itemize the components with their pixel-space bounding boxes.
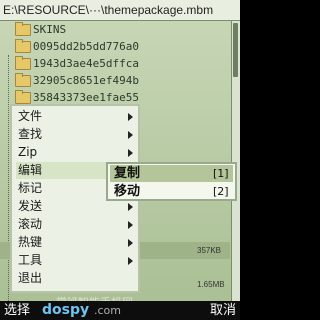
submenu-item-copy[interactable]: 复制 [1]: [110, 165, 233, 182]
select-softkey[interactable]: 选择: [4, 302, 30, 319]
menu-item-zip[interactable]: Zip: [16, 144, 136, 161]
menu-item-tools[interactable]: 工具: [16, 252, 136, 269]
menu-item-exit[interactable]: 退出: [16, 270, 136, 287]
chevron-right-icon: [128, 257, 133, 265]
path-title: E:\RESOURCE\···\themepackage.mbm: [3, 3, 214, 17]
menu-item-find[interactable]: 查找: [16, 126, 136, 143]
edit-submenu: 复制 [1] 移动 [2]: [106, 162, 237, 201]
chevron-right-icon: [128, 113, 133, 121]
folder-icon: [15, 56, 31, 70]
cancel-softkey[interactable]: 取消: [210, 302, 236, 319]
folder-icon: [15, 90, 31, 104]
menu-item-hotkeys[interactable]: 热键: [16, 234, 136, 251]
chevron-right-icon: [128, 203, 133, 211]
chevron-right-icon: [128, 239, 133, 247]
scrollbar[interactable]: [231, 21, 240, 301]
watermark-domain: .com: [94, 304, 121, 317]
menu-item-scroll[interactable]: 滚动: [16, 216, 136, 233]
chevron-right-icon: [128, 131, 133, 139]
path-title-bar: E:\RESOURCE\···\themepackage.mbm: [0, 0, 240, 21]
list-item[interactable]: 32905c8651ef494b: [0, 72, 230, 89]
list-item[interactable]: 0095dd2b5dd776a0: [0, 38, 230, 55]
chevron-right-icon: [128, 149, 133, 157]
chevron-right-icon: [128, 221, 133, 229]
menu-item-file[interactable]: 文件: [16, 108, 136, 125]
file-manager-window: E:\RESOURCE\···\themepackage.mbm SKINS 0…: [0, 0, 240, 320]
folder-icon: [15, 73, 31, 87]
scrollbar-thumb[interactable]: [233, 23, 238, 77]
folder-icon: [15, 39, 31, 53]
list-item[interactable]: 1943d3ae4e5dffca: [0, 55, 230, 72]
watermark-logo: dospy: [42, 302, 90, 318]
list-item[interactable]: SKINS: [0, 21, 230, 38]
submenu-item-move[interactable]: 移动 [2]: [110, 183, 233, 200]
softkey-bar: 选择 dospy .com 取消: [0, 301, 240, 320]
folder-icon: [15, 22, 31, 36]
